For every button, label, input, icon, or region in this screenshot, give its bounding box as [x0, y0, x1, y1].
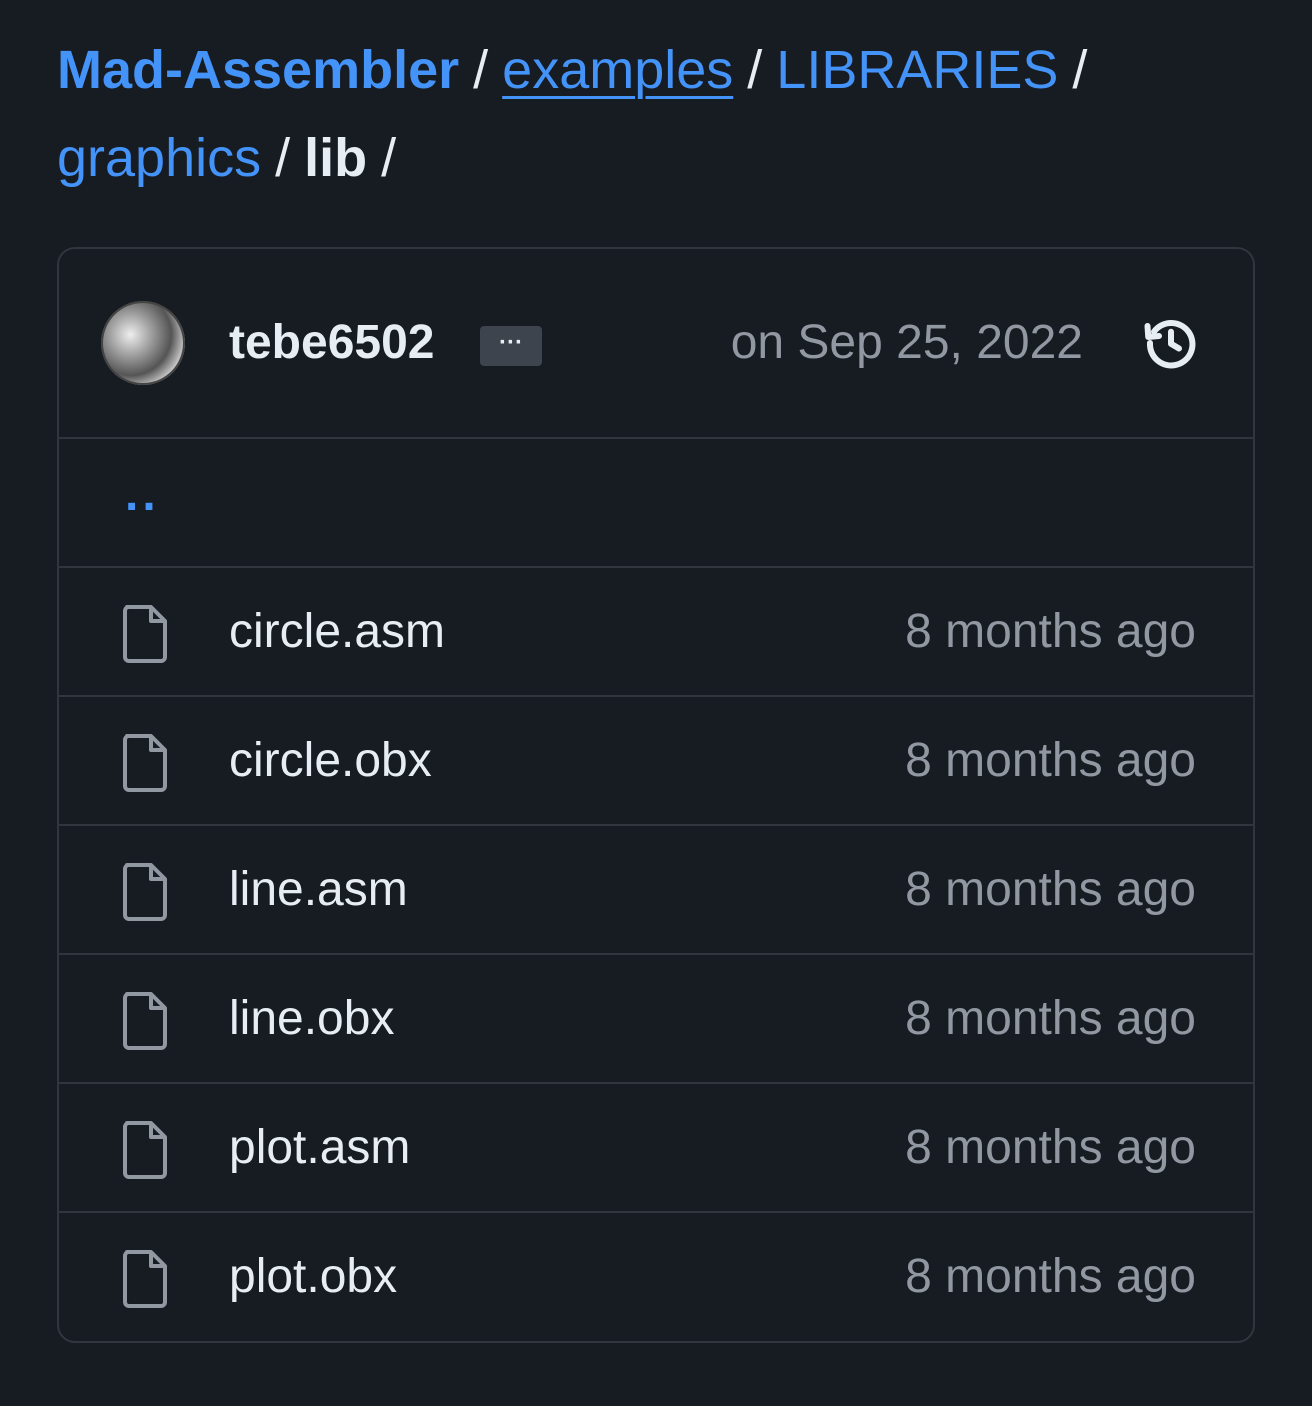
- commit-date: on Sep 25, 2022: [730, 316, 1083, 369]
- file-list-box: tebe6502 ··· on Sep 25, 2022 .. circle.a…: [57, 247, 1255, 1343]
- file-icon: [123, 605, 167, 663]
- file-last-modified: 8 months ago: [905, 863, 1196, 916]
- breadcrumb-graphics-link[interactable]: graphics: [57, 128, 261, 188]
- breadcrumb-separator: /: [1072, 40, 1088, 100]
- file-icon: [123, 1121, 167, 1179]
- file-name-link[interactable]: plot.obx: [229, 1247, 397, 1307]
- commit-more-button[interactable]: ···: [480, 326, 542, 366]
- file-icon: [123, 734, 167, 792]
- file-row[interactable]: plot.obx 8 months ago: [59, 1213, 1253, 1341]
- file-row[interactable]: circle.asm 8 months ago: [59, 568, 1253, 697]
- parent-directory-link[interactable]: ..: [125, 467, 160, 522]
- parent-directory-row[interactable]: ..: [59, 439, 1253, 568]
- file-row[interactable]: line.asm 8 months ago: [59, 826, 1253, 955]
- file-row[interactable]: circle.obx 8 months ago: [59, 697, 1253, 826]
- file-name-link[interactable]: line.asm: [229, 860, 408, 920]
- file-last-modified: 8 months ago: [905, 992, 1196, 1045]
- file-last-modified: 8 months ago: [905, 1250, 1196, 1303]
- breadcrumb-separator: /: [275, 128, 291, 188]
- file-last-modified: 8 months ago: [905, 605, 1196, 658]
- latest-commit-header: tebe6502 ··· on Sep 25, 2022: [59, 249, 1253, 439]
- breadcrumb-repo-link[interactable]: Mad-Assembler: [57, 40, 459, 100]
- avatar[interactable]: [101, 301, 185, 385]
- file-name-link[interactable]: plot.asm: [229, 1118, 410, 1178]
- breadcrumb-current: lib: [304, 128, 368, 188]
- file-name-link[interactable]: line.obx: [229, 989, 394, 1049]
- file-last-modified: 8 months ago: [905, 1121, 1196, 1174]
- breadcrumb-examples-link[interactable]: examples: [502, 40, 733, 100]
- file-icon: [123, 863, 167, 921]
- file-icon: [123, 1250, 167, 1308]
- history-icon[interactable]: [1141, 313, 1201, 373]
- file-row[interactable]: plot.asm 8 months ago: [59, 1084, 1253, 1213]
- file-name-link[interactable]: circle.obx: [229, 731, 432, 791]
- breadcrumb: Mad-Assembler / examples / LIBRARIES / graphic…: [57, 26, 1257, 202]
- file-row[interactable]: line.obx 8 months ago: [59, 955, 1253, 1084]
- file-icon: [123, 992, 167, 1050]
- file-name-link[interactable]: circle.asm: [229, 602, 445, 662]
- commit-author[interactable]: tebe6502: [229, 313, 434, 373]
- breadcrumb-separator: /: [747, 40, 763, 100]
- breadcrumb-separator: /: [473, 40, 489, 100]
- breadcrumb-libraries-link[interactable]: LIBRARIES: [776, 40, 1058, 100]
- file-last-modified: 8 months ago: [905, 734, 1196, 787]
- breadcrumb-separator: /: [381, 128, 397, 188]
